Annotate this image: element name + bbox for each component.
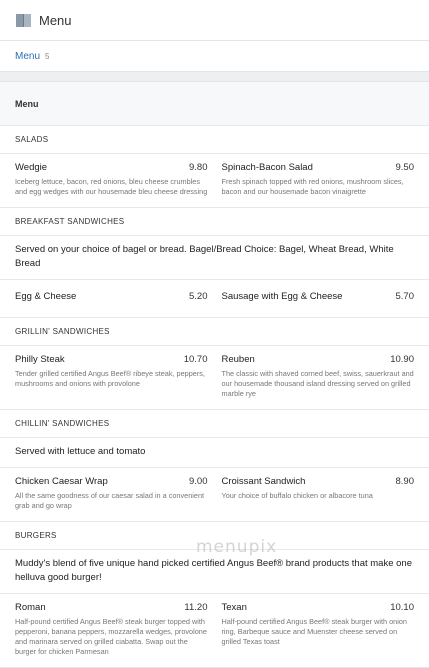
menu-item-name: Croissant Sandwich: [221, 476, 306, 487]
menu-item-description: All the same goodness of our caesar sala…: [15, 491, 205, 510]
menu-item-header: Texan 10.10: [222, 602, 415, 613]
menu-item-price: 9.50: [395, 162, 415, 173]
menu-item-description: Fresh spinach topped with red onions, mu…: [221, 177, 404, 196]
spacer: [0, 72, 429, 81]
menu-item-name: Roman: [15, 602, 46, 613]
menu-item-header: Chicken Caesar Wrap 9.00: [15, 476, 208, 487]
section-title: CHILLIN' SANDWICHES: [0, 410, 429, 438]
menu-item-name: Texan: [221, 602, 247, 613]
menu-item: Philly Steak 10.70 Tender grilled certifie…: [15, 354, 208, 399]
menu-item-name: Spinach-Bacon Salad: [221, 162, 313, 173]
menu-item: Chicken Caesar Wrap 9.00 All the same good…: [15, 476, 208, 511]
menu-item-header: Philly Steak 10.70: [15, 354, 208, 365]
menu-item: Texan 10.10 Half-pound certified Angus Bee…: [222, 602, 415, 657]
menu-item-description: Half-pound certified Angus Beef® steak b…: [15, 617, 207, 656]
menu-item-header: Reuben 10.90: [222, 354, 415, 365]
section-items: Chicken Caesar Wrap 9.00 All the same good…: [0, 468, 429, 521]
section-items: Egg & Cheese 5.20 Sausage with Egg & Chees…: [0, 280, 429, 317]
book-icon: [16, 13, 31, 27]
breadcrumb-menu-link[interactable]: Menu: [15, 51, 40, 62]
menu-item-header: Roman 11.20: [15, 602, 208, 613]
menu-section-chillin: CHILLIN' SANDWICHES Served with lettuce a…: [0, 409, 429, 521]
menu-item-price: 11.20: [184, 602, 208, 613]
menu-item-price: 10.90: [390, 354, 414, 365]
menu-item: Sausage with Egg & Cheese 5.70: [222, 291, 415, 306]
menu-item-price: 10.10: [390, 602, 414, 613]
menu-item-name: Wedgie: [15, 162, 48, 173]
menu-item: Spinach-Bacon Salad 9.50 Fresh spinach top…: [222, 162, 415, 197]
menu-item-header: Croissant Sandwich 8.90: [222, 476, 415, 487]
page-title: Menu: [39, 12, 72, 28]
menu-section-salads: SALADS Wedgie 9.80 Iceberg lettuce, bacon, …: [0, 126, 429, 207]
section-items: Wedgie 9.80 Iceberg lettuce, bacon, red on…: [0, 154, 429, 207]
menu-item-price: 8.90: [395, 476, 415, 487]
menu-item-price: 9.00: [189, 476, 208, 487]
menu-item: Croissant Sandwich 8.90 Your choice of buf…: [222, 476, 415, 511]
section-note: Served with lettuce and tomato: [0, 438, 429, 468]
breadcrumb: Menu 5: [0, 41, 429, 72]
menu-item-name: Philly Steak: [15, 354, 65, 365]
menu-item-price: 5.70: [395, 291, 415, 302]
menu-card: Menu SALADS Wedgie 9.80 Iceberg lettuce, ba…: [0, 81, 429, 668]
menu-item-name: Sausage with Egg & Cheese: [221, 291, 343, 302]
menu-section-grillin: GRILLIN' SANDWICHES Philly Steak 10.70 Tend…: [0, 317, 429, 409]
menu-item-description: Your choice of buffalo chicken or albaco…: [221, 491, 373, 500]
section-items: Philly Steak 10.70 Tender grilled certifie…: [0, 346, 429, 409]
menu-item-name: Reuben: [221, 354, 255, 365]
section-title: BREAKFAST SANDWICHES: [0, 208, 429, 236]
menu-item-description: Tender grilled certified Angus Beef® rib…: [15, 369, 205, 388]
menu-item-header: Sausage with Egg & Cheese 5.70: [222, 291, 415, 302]
menu-item: Wedgie 9.80 Iceberg lettuce, bacon, red on…: [15, 162, 208, 197]
menu-item-header: Spinach-Bacon Salad 9.50: [222, 162, 415, 173]
section-note: Served on your choice of bagel or bread.…: [0, 236, 429, 280]
menu-item-header: Wedgie 9.80: [15, 162, 208, 173]
menu-item: Egg & Cheese 5.20: [15, 291, 208, 306]
menu-item-description: Iceberg lettuce, bacon, red onions, bleu…: [15, 177, 208, 196]
menu-item-description: The classic with shaved corned beef, swi…: [221, 369, 414, 398]
menu-sections: SALADS Wedgie 9.80 Iceberg lettuce, bacon, …: [0, 126, 429, 667]
menu-item-header: Egg & Cheese 5.20: [15, 291, 208, 302]
menu-item: Roman 11.20 Half-pound certified Angus Bee…: [15, 602, 208, 657]
app-header: Menu: [0, 0, 429, 41]
section-items: Roman 11.20 Half-pound certified Angus Bee…: [0, 594, 429, 667]
menu-count-badge: 5: [45, 51, 50, 61]
menu-item-price: 5.20: [189, 291, 208, 302]
menu-heading: Menu: [0, 82, 429, 126]
menu-item-name: Chicken Caesar Wrap: [15, 476, 108, 487]
menu-item-description: Half-pound certified Angus Beef® steak b…: [221, 617, 407, 646]
menu-item-name: Egg & Cheese: [15, 291, 77, 302]
menu-item: Reuben 10.90 The classic with shaved corne…: [222, 354, 415, 399]
menu-section-breakfast: BREAKFAST SANDWICHES Served on your choic…: [0, 207, 429, 317]
section-title: GRILLIN' SANDWICHES: [0, 318, 429, 346]
menu-item-price: 10.70: [183, 354, 208, 365]
menu-item-price: 9.80: [189, 162, 208, 173]
section-title: SALADS: [0, 126, 429, 154]
watermark: menupix: [196, 537, 278, 557]
